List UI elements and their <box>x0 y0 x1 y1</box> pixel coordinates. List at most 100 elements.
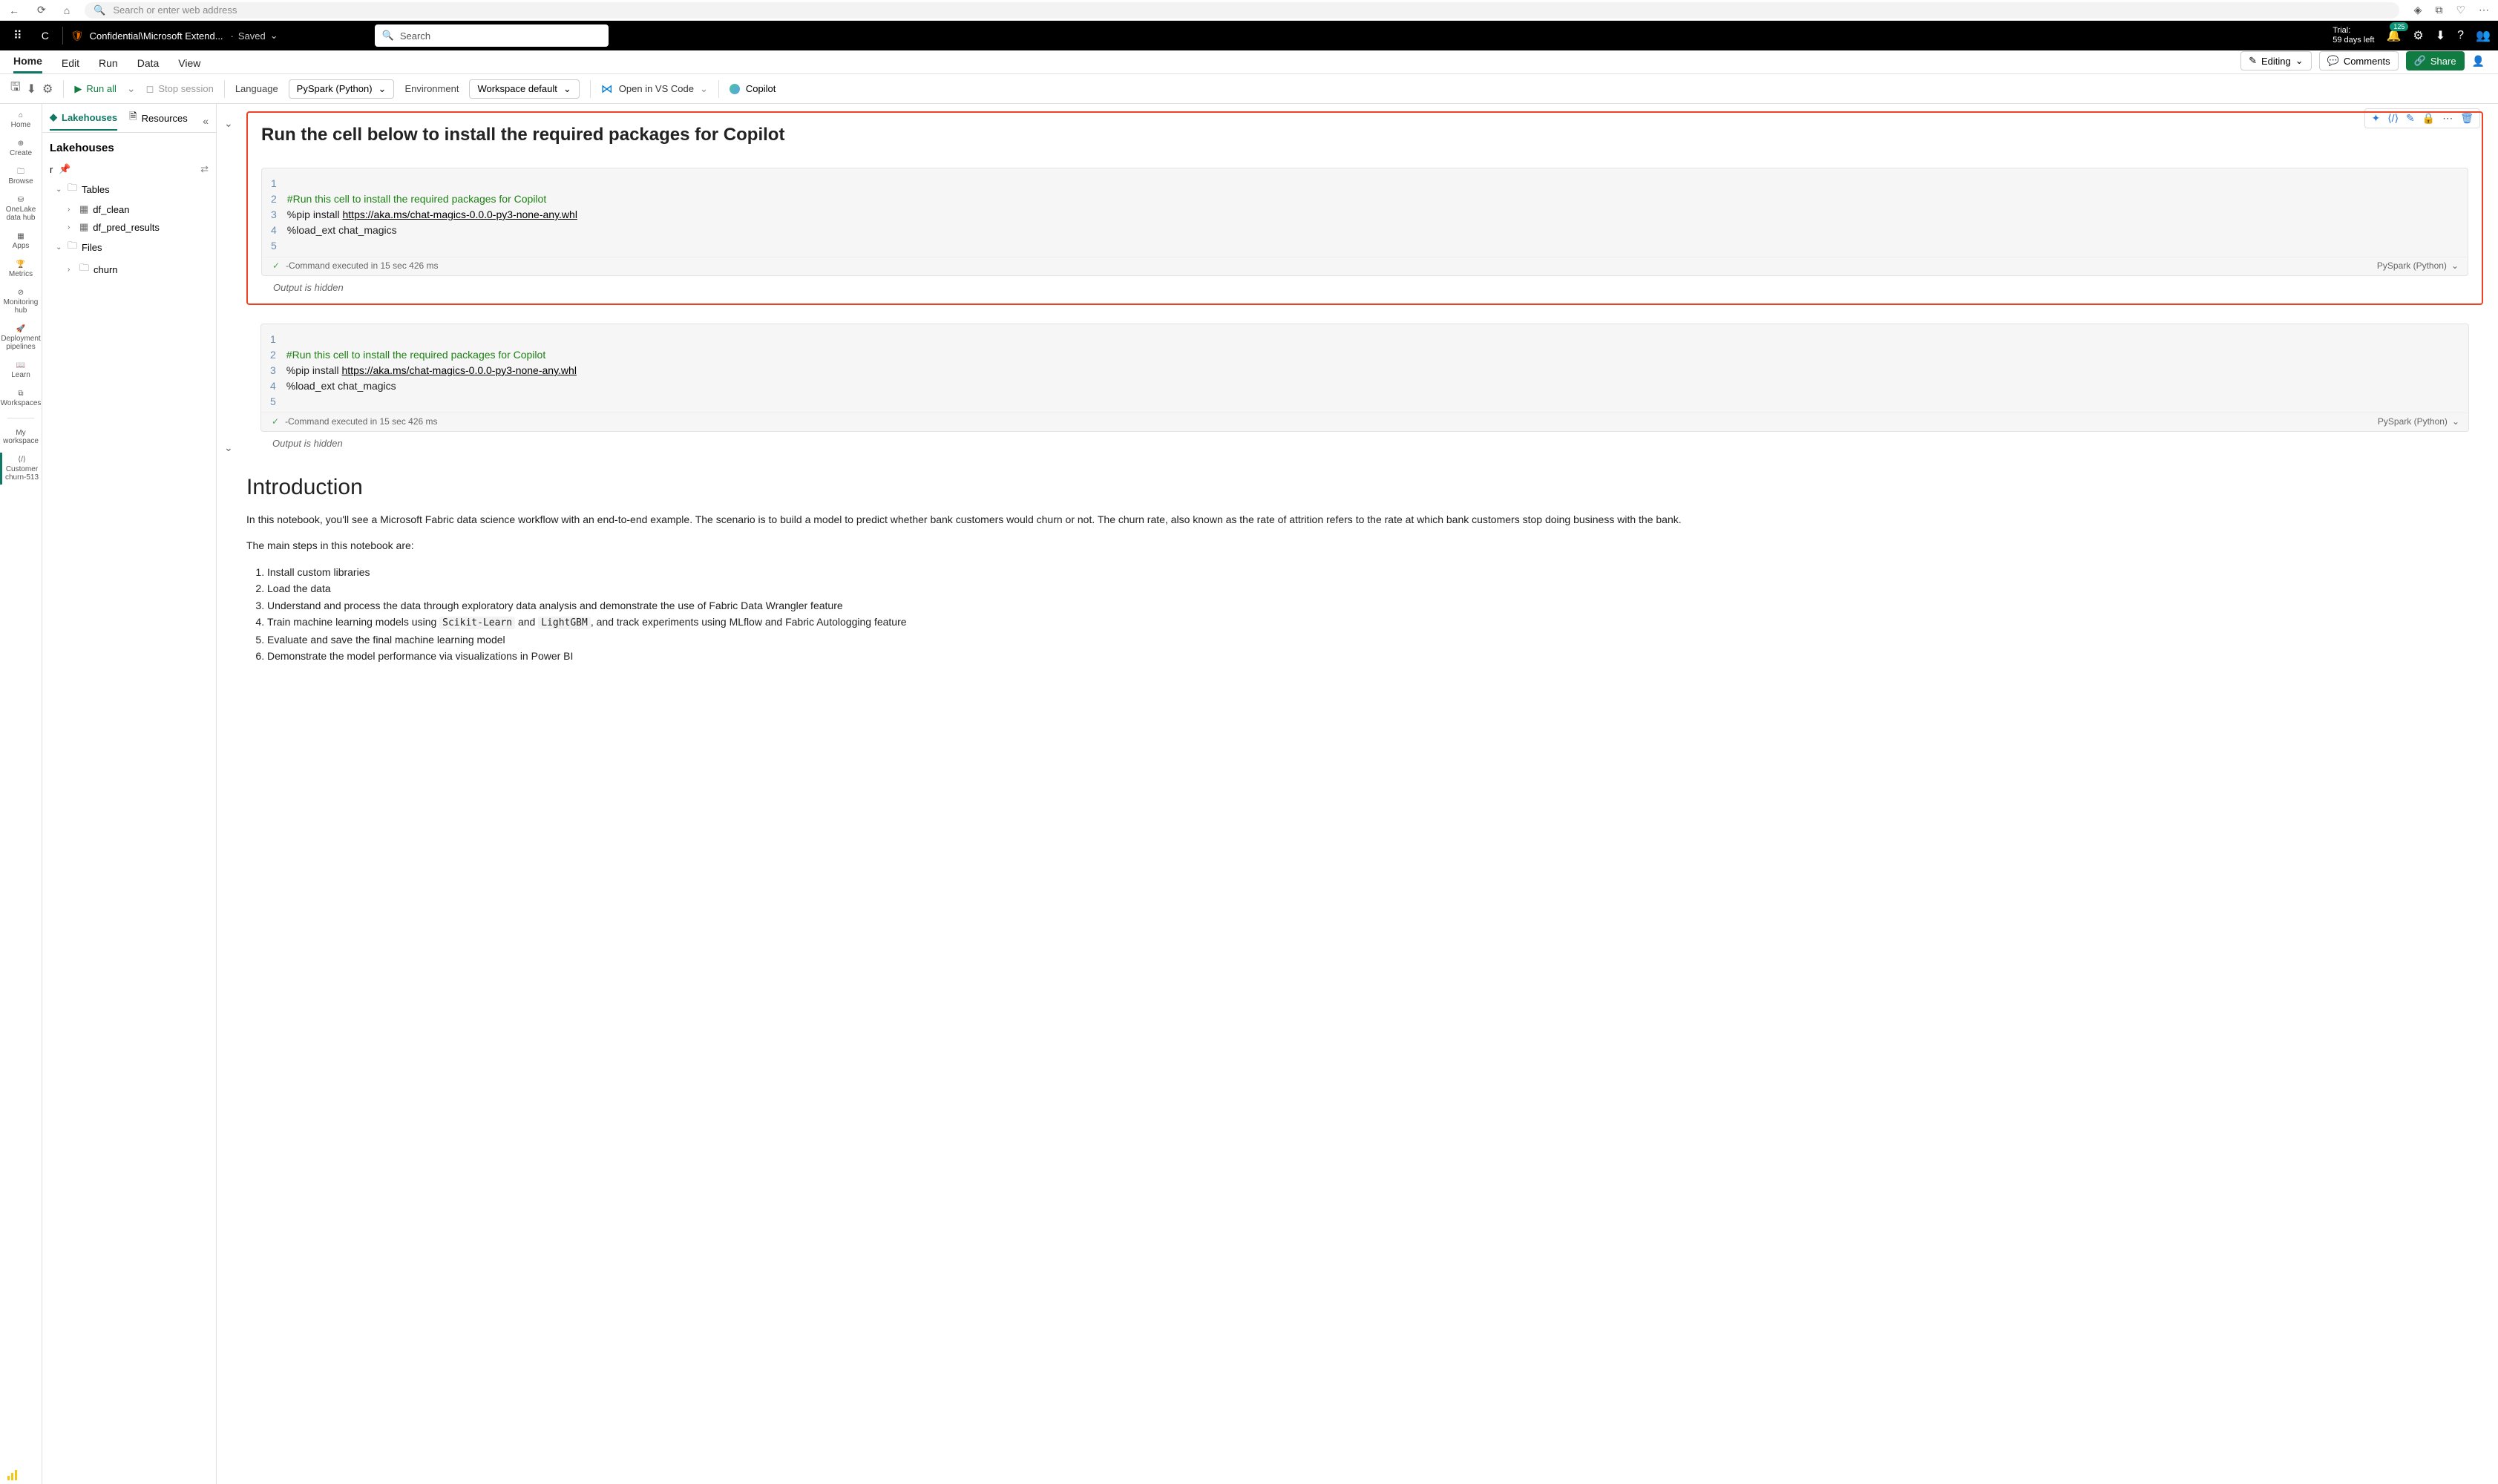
split-icon[interactable]: ⧉ <box>2435 4 2442 16</box>
divider <box>62 27 63 45</box>
rail-pipelines[interactable]: 🚀Deployment pipelines <box>0 322 42 354</box>
collapse-cell-intro[interactable]: ⌄ <box>224 441 233 454</box>
rail-monitoring[interactable]: ⊘Monitoring hub <box>0 286 42 318</box>
tab-home[interactable]: Home <box>13 50 42 73</box>
language-dropdown[interactable]: PySpark (Python) ⌄ <box>289 79 395 99</box>
explorer-tab-resources[interactable]: 🗎Resources <box>129 110 188 132</box>
code-content[interactable]: #Run this cell to install the required p… <box>286 332 577 410</box>
share-button[interactable]: 🔗 Share <box>2406 51 2465 70</box>
rail-home[interactable]: ⌂Home <box>0 108 42 132</box>
explorer: ◆Lakehouses 🗎Resources « Lakehouses r 📌 … <box>42 104 217 1484</box>
intro-title: Introduction <box>246 475 2483 500</box>
open-vscode-button[interactable]: ⋈ Open in VS Code ⌄ <box>601 82 708 96</box>
notifications-icon[interactable]: 🔔 125 <box>2387 28 2402 43</box>
cell-1-heading: Run the cell below to install the requir… <box>261 125 2468 145</box>
breadcrumb[interactable]: 🛡 Confidential\Microsoft Extend... <box>71 30 223 42</box>
copilot-button[interactable]: Copilot <box>730 83 776 94</box>
rail-customer-churn[interactable]: ⟨/⟩Customer churn-513 <box>0 453 42 485</box>
cell-2[interactable]: 12345 #Run this cell to install the requ… <box>246 323 2483 453</box>
line-gutter: 12345 <box>270 332 286 410</box>
run-dropdown[interactable]: ⌄ <box>127 82 136 95</box>
tree-churn[interactable]: ›🗀churn <box>45 258 213 280</box>
collapse-icon[interactable]: « <box>203 115 209 127</box>
output-hidden[interactable]: Output is hidden <box>260 432 2469 452</box>
collapse-cell-1[interactable]: ⌄ <box>224 117 233 130</box>
left-rail: ⌂Home ⊕Create 🗀Browse ⛁OneLake data hub … <box>0 104 42 1484</box>
download-icon[interactable]: ⬇ <box>2436 28 2445 43</box>
tree-files[interactable]: ⌄🗀Files <box>45 236 213 258</box>
tree-tables[interactable]: ⌄🗀Tables <box>45 178 213 200</box>
rail-my-workspace[interactable]: My workspace <box>0 426 42 448</box>
search-placeholder: Search <box>400 30 430 42</box>
explorer-tab-lakehouses[interactable]: ◆Lakehouses <box>50 111 117 131</box>
code-content[interactable]: #Run this cell to install the required p… <box>287 176 577 254</box>
rail-browse[interactable]: 🗀Browse <box>0 165 42 188</box>
vscode-icon: ⋈ <box>601 82 613 96</box>
copilot-icon <box>730 84 740 94</box>
people-icon[interactable]: 👤 <box>2472 55 2485 68</box>
intro-steps: Install custom libraries Load the data U… <box>246 564 2483 665</box>
language-label: Language <box>235 83 278 94</box>
cell-1-code[interactable]: 12345 #Run this cell to install the requ… <box>261 168 2468 276</box>
explorer-filter-row: r 📌 ⇄ <box>42 160 216 178</box>
address-bar[interactable]: 🔍 Search or enter web address <box>85 2 2399 19</box>
settings-icon[interactable]: ⚙ <box>2413 28 2423 43</box>
tree-df-clean[interactable]: ›▦df_clean <box>45 200 213 218</box>
pin-icon[interactable]: 📌 <box>59 163 71 175</box>
run-all-button[interactable]: ▶ Run all <box>74 83 116 95</box>
lakehouse-icon: ◆ <box>50 111 57 123</box>
download-icon[interactable]: ⬇ <box>27 82 36 96</box>
ribbon: Home Edit Run Data View ✎ Editing ⌄ 💬 Co… <box>0 50 2498 74</box>
editing-button[interactable]: ✎ Editing ⌄ <box>2240 51 2312 70</box>
search-box[interactable]: 🔍 Search <box>375 24 609 47</box>
cell-2-code[interactable]: 12345 #Run this cell to install the requ… <box>260 324 2469 432</box>
collections-icon[interactable]: ♡ <box>2456 4 2465 16</box>
app-bar: ⠿ C 🛡 Confidential\Microsoft Extend... ·… <box>0 21 2498 50</box>
shield-icon: 🛡 <box>71 30 84 42</box>
tab-run[interactable]: Run <box>99 53 118 73</box>
intro-cell[interactable]: Introduction In this notebook, you'll se… <box>246 475 2483 665</box>
app-launcher-icon[interactable]: ⠿ <box>7 28 28 43</box>
stop-session-button[interactable]: ◻ Stop session <box>146 83 214 95</box>
env-label: Environment <box>404 83 459 94</box>
rail-learn[interactable]: 📖Learn <box>0 358 42 382</box>
refresh-icon[interactable]: ⟳ <box>37 4 46 16</box>
extensions-icon[interactable]: ◈ <box>2414 4 2422 16</box>
rail-metrics[interactable]: 🏆Metrics <box>0 257 42 281</box>
search-icon: 🔍 <box>382 30 394 42</box>
cell-lang-dropdown[interactable]: PySpark (Python) ⌄ <box>2377 260 2459 271</box>
browser-chrome: ← ⟳ ⌂ 🔍 Search or enter web address ◈ ⧉ … <box>0 0 2498 21</box>
address-placeholder: Search or enter web address <box>113 4 237 16</box>
tab-data[interactable]: Data <box>137 53 160 73</box>
rail-create[interactable]: ⊕Create <box>0 137 42 160</box>
saved-status[interactable]: · Saved ⌄ <box>231 30 278 42</box>
app-letter: C <box>36 30 55 42</box>
exec-status: -Command executed in 15 sec 426 ms <box>285 416 437 427</box>
intro-p2: The main steps in this notebook are: <box>246 538 2483 554</box>
back-icon[interactable]: ← <box>9 4 19 16</box>
env-dropdown[interactable]: Workspace default ⌄ <box>469 79 579 99</box>
gear-icon[interactable]: ⚙ <box>42 82 53 96</box>
save-icon[interactable]: 🖫 <box>10 79 21 99</box>
more-icon[interactable]: ⋯ <box>2479 4 2489 16</box>
intro-p1: In this notebook, you'll see a Microsoft… <box>246 512 2483 528</box>
cell-1[interactable]: Run the cell below to install the requir… <box>246 111 2483 305</box>
output-hidden[interactable]: Output is hidden <box>261 276 2468 296</box>
comments-button[interactable]: 💬 Comments <box>2319 51 2399 70</box>
powerbi-icon[interactable] <box>6 1468 19 1484</box>
home-icon[interactable]: ⌂ <box>64 4 70 16</box>
rail-onelake[interactable]: ⛁OneLake data hub <box>0 193 42 225</box>
tree-df-pred[interactable]: ›▦df_pred_results <box>45 218 213 236</box>
swap-icon[interactable]: ⇄ <box>200 163 209 175</box>
rail-workspaces[interactable]: ⧉Workspaces <box>0 387 42 410</box>
tab-edit[interactable]: Edit <box>62 53 79 73</box>
tab-view[interactable]: View <box>178 53 200 73</box>
check-icon: ✓ <box>272 260 280 271</box>
account-icon[interactable]: 👥 <box>2476 28 2491 43</box>
help-icon[interactable]: ? <box>2457 29 2464 42</box>
explorer-heading: Lakehouses <box>42 133 216 160</box>
filter-text[interactable]: r <box>50 164 53 175</box>
rail-apps[interactable]: ▦Apps <box>0 229 42 253</box>
chevron-down-icon: ⌄ <box>270 30 278 42</box>
cell-lang-dropdown[interactable]: PySpark (Python) ⌄ <box>2378 416 2459 427</box>
